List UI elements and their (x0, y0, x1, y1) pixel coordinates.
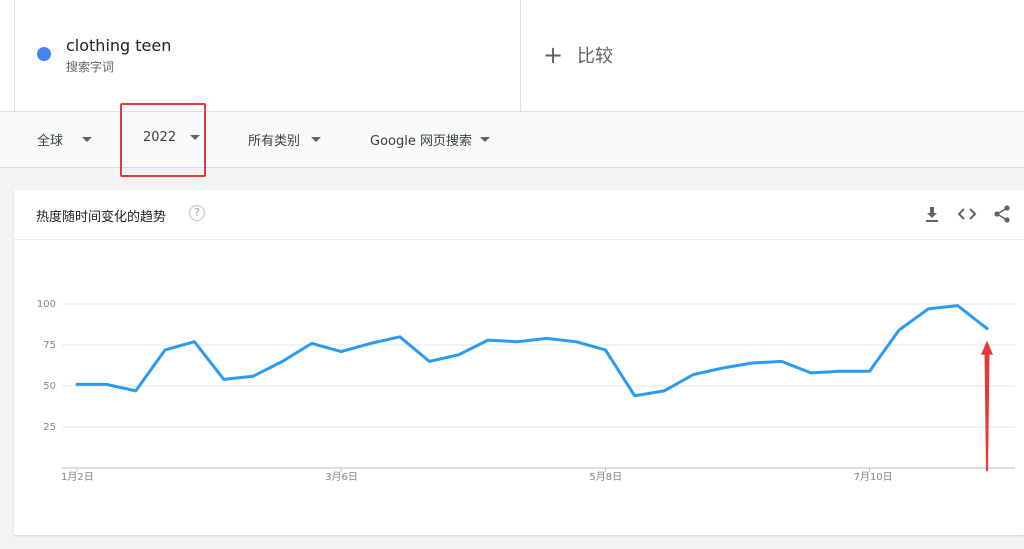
embed-icon[interactable] (957, 204, 977, 224)
y-tick-label: 75 (43, 340, 56, 351)
region-dropdown[interactable]: 全球 (37, 130, 93, 149)
search-term-type: 搜索字词 (66, 60, 115, 74)
y-tick-label: 100 (37, 299, 56, 310)
annotation-arrow (981, 340, 993, 471)
x-tick-label: 1月2日 (61, 471, 94, 483)
card-title: 热度随时间变化的趋势 (36, 210, 167, 225)
chevron-down-icon (82, 137, 93, 142)
series-line (75, 304, 989, 398)
x-tick-label: 5月8日 (589, 471, 622, 483)
plus-icon: + (543, 41, 564, 69)
highlight-box (120, 103, 206, 177)
search-term-card[interactable]: clothing teen 搜索字词 (14, 0, 521, 111)
y-tick-label: 25 (43, 422, 56, 433)
y-tick-label: 50 (43, 381, 56, 392)
category-label: 所有类别 (248, 134, 301, 149)
card-header: 热度随时间变化的趋势 ? (14, 190, 1024, 240)
series-color-dot (37, 47, 51, 61)
arrow-head (981, 340, 993, 355)
interest-over-time-card: 热度随时间变化的趋势 ? 25 50 75 100 1月2日 3月6日 5月8日 7月10日 (14, 190, 1024, 535)
x-axis-ticks: 1月2日 3月6日 5月8日 7月10日 (61, 468, 893, 483)
arrow-shaft (984, 352, 990, 471)
chevron-down-icon (479, 137, 490, 142)
trend-line-chart[interactable]: 25 50 75 100 1月2日 3月6日 5月8日 7月10日 (14, 239, 1024, 535)
download-icon[interactable] (922, 204, 942, 224)
compare-button[interactable]: + 比较 (543, 42, 613, 68)
region-label: 全球 (37, 134, 64, 149)
share-icon[interactable] (992, 204, 1012, 224)
chevron-down-icon (311, 137, 322, 142)
search-type-label: Google 网页搜索 (370, 134, 472, 149)
search-term-name[interactable]: clothing teen (66, 36, 171, 55)
x-tick-label: 3月6日 (325, 471, 358, 483)
help-icon[interactable]: ? (189, 205, 205, 221)
search-type-dropdown[interactable]: Google 网页搜索 (370, 130, 490, 149)
search-term-header: clothing teen 搜索字词 + 比较 (0, 0, 1024, 111)
x-tick-label: 7月10日 (854, 471, 893, 483)
compare-label: 比较 (577, 46, 613, 67)
y-axis-ticks: 25 50 75 100 (37, 299, 56, 433)
chart-grid (62, 303, 1015, 469)
category-dropdown[interactable]: 所有类别 (248, 130, 322, 149)
